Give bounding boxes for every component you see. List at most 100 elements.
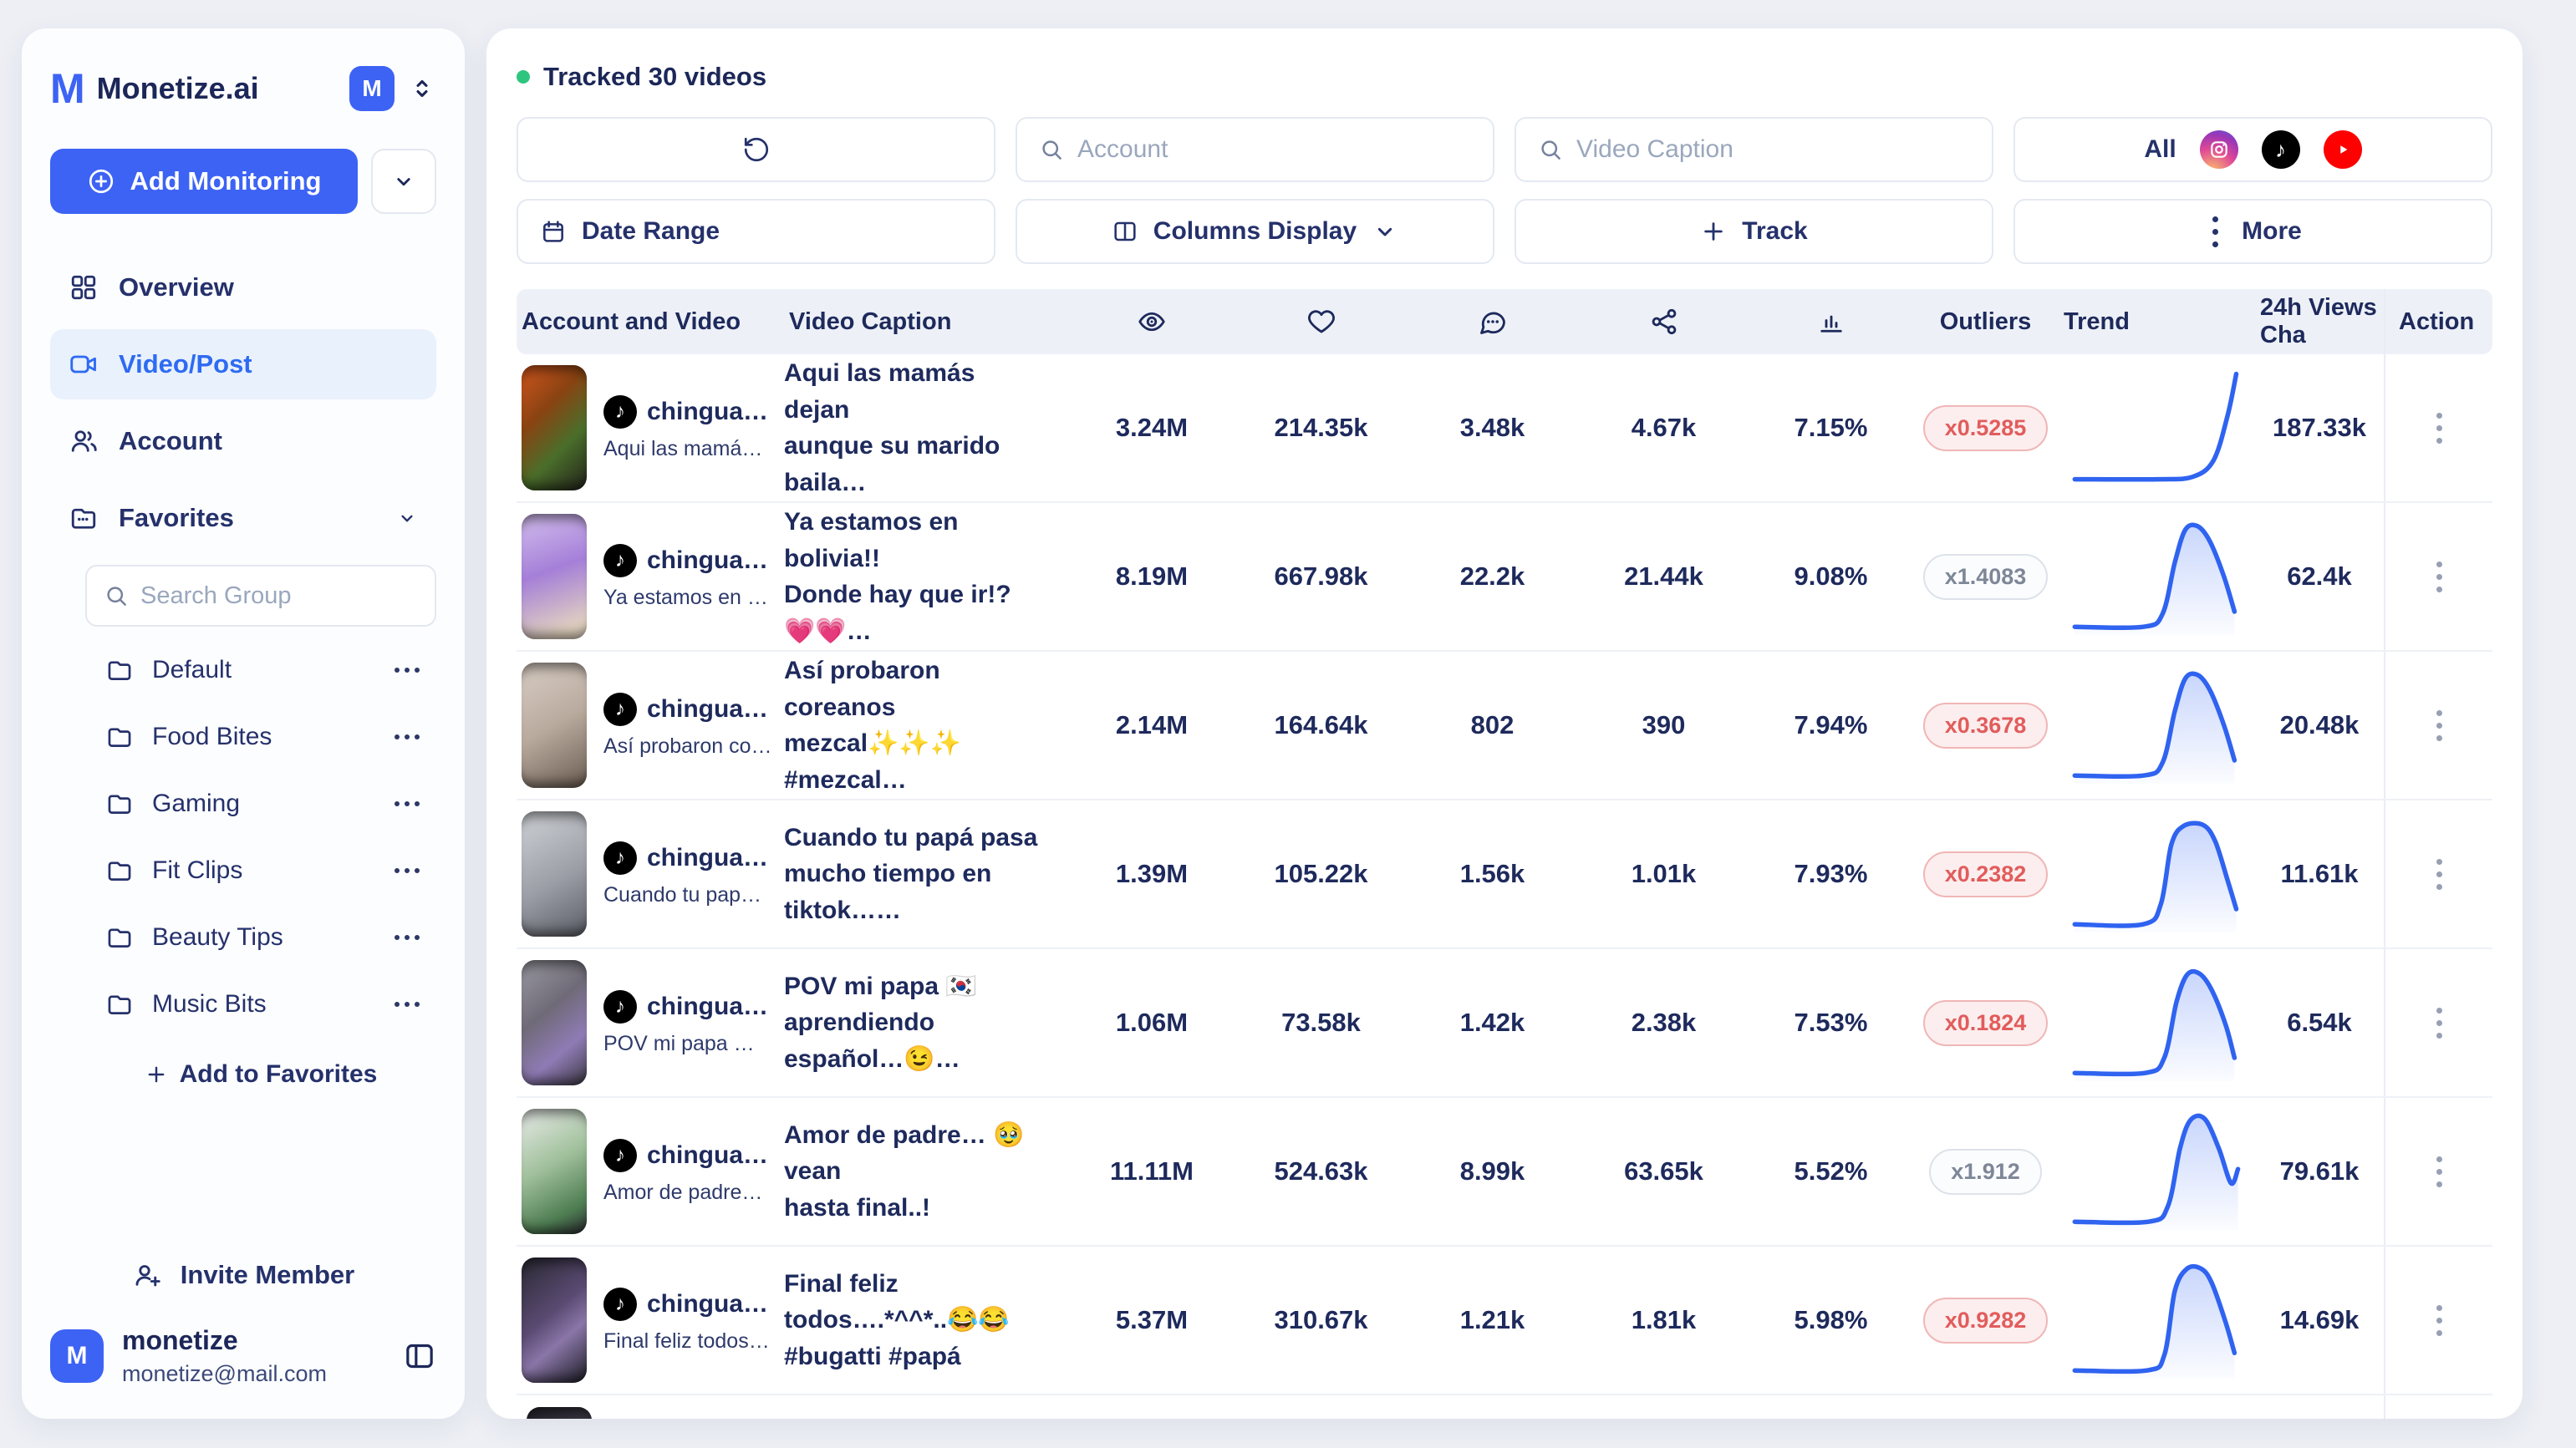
group-options-button[interactable]	[389, 927, 425, 948]
tiktok-platform-icon: ♪	[603, 1139, 637, 1172]
video-thumbnail[interactable]	[522, 960, 587, 1085]
video-title-sub: Amor de padre… 🥹…	[603, 1181, 772, 1205]
video-caption: Final feliz todos….*^^*..😂😂#bugatti #pap…	[784, 1266, 1068, 1375]
account-name[interactable]: chinguami…	[647, 993, 772, 1021]
workspace-switcher-icon[interactable]	[408, 74, 436, 103]
account-name[interactable]: chinguami…	[647, 1290, 772, 1318]
group-item-gaming[interactable]: Gaming	[85, 770, 436, 837]
group-item-music-bits[interactable]: Music Bits	[85, 971, 436, 1038]
likes-value: 105.22k	[1235, 859, 1407, 889]
group-item-default[interactable]: Default	[85, 637, 436, 704]
row-action-menu-button[interactable]	[2428, 999, 2451, 1047]
add-monitoring-label: Add Monitoring	[130, 166, 322, 196]
user-name: monetize	[122, 1325, 384, 1356]
video-thumbnail[interactable]	[522, 365, 587, 490]
shares-value: 63.65k	[1578, 1156, 1749, 1186]
group-options-button[interactable]	[389, 860, 425, 882]
row-action-menu-button[interactable]	[2428, 1148, 2451, 1196]
more-button[interactable]: More	[2013, 199, 2492, 264]
video-title-sub: Final feliz todos….*…	[603, 1329, 772, 1354]
sidebar-item-video-post[interactable]: Video/Post	[50, 329, 436, 399]
engagement-value: 7.15%	[1749, 413, 1912, 443]
views-value: 8.19M	[1068, 561, 1235, 592]
engagement-value: 5.52%	[1749, 1156, 1912, 1186]
tiktok-platform-icon: ♪	[603, 395, 637, 429]
col-account-header: Account and Video	[517, 308, 784, 336]
platform-all-option[interactable]: All	[2144, 135, 2176, 164]
video-thumbnail[interactable]	[522, 1257, 587, 1383]
comments-value: 8.99k	[1407, 1156, 1578, 1186]
group-options-button[interactable]	[389, 993, 425, 1015]
group-item-beauty-tips[interactable]: Beauty Tips	[85, 904, 436, 971]
video-thumbnail[interactable]	[522, 811, 587, 937]
video-thumbnail[interactable]	[527, 1407, 592, 1419]
table-row: ♪ chinguami… Amor de padre… 🥹… Amor de p…	[517, 1098, 2492, 1247]
trend-sparkline	[2059, 667, 2255, 784]
engagement-value: 7.94%	[1749, 710, 1912, 740]
chevron-down-icon	[1372, 218, 1398, 245]
search-icon	[1039, 137, 1064, 162]
comments-value: 802	[1407, 710, 1578, 740]
instagram-icon[interactable]	[2200, 130, 2238, 169]
chevron-down-icon	[396, 507, 418, 529]
comments-icon	[1407, 307, 1578, 337]
account-name[interactable]: chinguami…	[647, 546, 772, 575]
sidebar-collapse-icon[interactable]	[403, 1339, 436, 1373]
engagement-chart-icon	[1749, 307, 1912, 337]
video-thumbnail[interactable]	[522, 663, 587, 788]
account-cell: ♪ chinguami… Así probaron corea…	[517, 663, 784, 788]
track-button[interactable]: Track	[1515, 199, 1993, 264]
track-label: Track	[1742, 217, 1807, 246]
add-monitoring-button[interactable]: Add Monitoring	[50, 149, 358, 214]
group-item-food-bites[interactable]: Food Bites	[85, 704, 436, 770]
folder-icon	[105, 656, 134, 684]
row-action-menu-button[interactable]	[2428, 702, 2451, 749]
table-row: ♪ chinguami… POV mi papa 🇰🇷 ap… POV mi p…	[517, 949, 2492, 1098]
date-range-button[interactable]: Date Range	[517, 199, 995, 264]
more-dots-icon	[2204, 208, 2227, 256]
views-24h-value: 79.61k	[2255, 1156, 2384, 1186]
user-plus-icon	[132, 1260, 162, 1290]
account-search-input[interactable]	[1077, 135, 1471, 164]
account-name[interactable]: chinguami…	[647, 695, 772, 724]
likes-value: 667.98k	[1235, 561, 1407, 592]
sidebar-item-account[interactable]: Account	[50, 406, 436, 476]
video-title-sub: Cuando tu papá p…	[603, 883, 772, 907]
table-row: ♪ chinguami… Así probaron corea… Así pro…	[517, 652, 2492, 800]
row-action-menu-button[interactable]	[2428, 851, 2451, 898]
add-to-favorites-button[interactable]: Add to Favorites	[85, 1051, 436, 1098]
video-thumbnail[interactable]	[522, 514, 587, 639]
group-options-button[interactable]	[389, 726, 425, 748]
tiktok-icon[interactable]: ♪	[2262, 130, 2300, 169]
favorites-section: Default Food Bites Gaming Fit Clips Beau…	[85, 565, 436, 1098]
account-name[interactable]: chinguami…	[647, 844, 772, 872]
account-name[interactable]: chinguami…	[647, 1141, 772, 1170]
sidebar-item-overview[interactable]: Overview	[50, 252, 436, 323]
user-card[interactable]: M monetize monetize@mail.com	[50, 1325, 436, 1387]
video-thumbnail[interactable]	[522, 1109, 587, 1234]
invite-member-label: Invite Member	[181, 1260, 354, 1290]
youtube-icon[interactable]	[2324, 130, 2362, 169]
trend-sparkline	[2059, 369, 2255, 486]
shares-value: 1.01k	[1578, 859, 1749, 889]
row-action-menu-button[interactable]	[2428, 1297, 2451, 1344]
group-options-button[interactable]	[389, 793, 425, 815]
workspace-badge[interactable]: M	[349, 66, 395, 111]
plus-circle-icon	[87, 167, 115, 196]
account-name[interactable]: chinguami…	[647, 398, 772, 426]
trend-sparkline	[2059, 518, 2255, 635]
invite-member-button[interactable]: Invite Member	[50, 1248, 436, 1302]
trend-sparkline	[2059, 815, 2255, 932]
search-group-input[interactable]	[140, 582, 418, 610]
account-cell: ♪ chinguami… Cuando tu papá p…	[517, 811, 784, 937]
views-24h-value: 187.33k	[2255, 413, 2384, 443]
columns-display-button[interactable]: Columns Display	[1016, 199, 1494, 264]
group-options-button[interactable]	[389, 659, 425, 681]
row-action-menu-button[interactable]	[2428, 553, 2451, 601]
add-monitoring-caret-button[interactable]	[371, 149, 436, 214]
group-item-fit-clips[interactable]: Fit Clips	[85, 837, 436, 904]
sidebar-item-favorites[interactable]: Favorites	[50, 483, 436, 553]
refresh-button[interactable]	[517, 117, 995, 182]
caption-search-input[interactable]	[1576, 135, 1970, 164]
row-action-menu-button[interactable]	[2428, 404, 2451, 452]
